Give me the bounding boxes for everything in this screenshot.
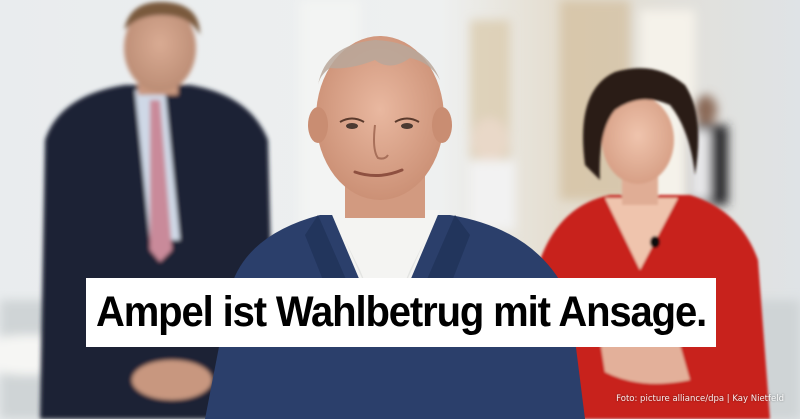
headline-banner: Ampel ist Wahlbetrug mit Ansage. [86,278,716,347]
headline-text: Ampel ist Wahlbetrug mit Ansage. [95,288,707,336]
photo-credit: Foto: picture alliance/dpa | Kay Nietfel… [616,394,784,404]
press-photo [0,0,800,419]
photo-scene: Ampel ist Wahlbetrug mit Ansage. Foto: p… [0,0,800,419]
